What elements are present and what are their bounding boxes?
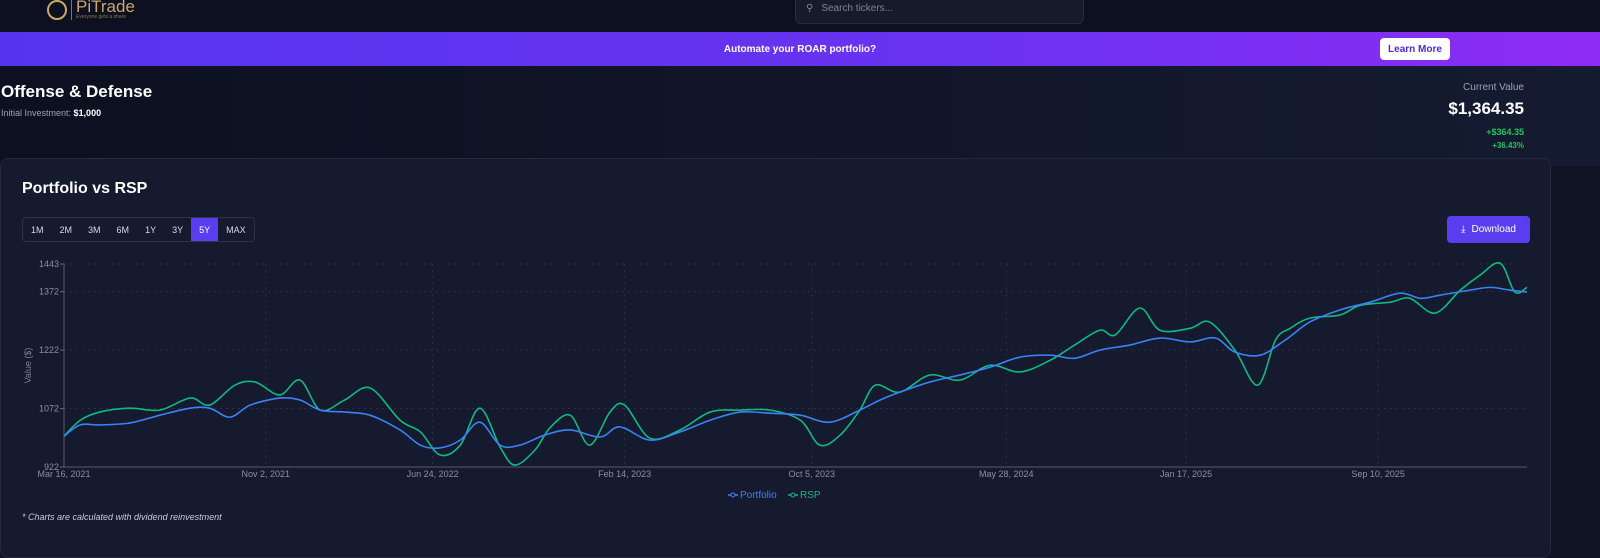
- range-2m[interactable]: 2M: [52, 218, 81, 241]
- logo-icon: [47, 0, 67, 20]
- x-tick-label: Feb 14, 2023: [598, 469, 651, 479]
- download-button[interactable]: ⤓ Download: [1447, 216, 1530, 243]
- current-value: $1,364.35: [1448, 99, 1524, 118]
- x-tick-label: Jun 24, 2022: [407, 469, 459, 479]
- performance-chart: 9221072122213721443Mar 16, 2021 Nov 2, 20…: [23, 259, 1528, 501]
- y-tick-label: 1222: [39, 345, 59, 355]
- range-1m[interactable]: 1M: [23, 218, 52, 241]
- chart-title: Portfolio vs RSP: [22, 180, 148, 197]
- brand-name: PiTrade: [76, 0, 135, 16]
- legend-portfolio: Portfolio: [740, 490, 777, 501]
- initial-investment: Initial Investment: $1,000: [1, 108, 101, 118]
- download-icon: ⤓: [1461, 224, 1466, 235]
- y-axis-label: Value ($): [23, 348, 33, 384]
- y-tick-label: 1072: [39, 404, 59, 414]
- x-tick-label: Nov 2, 2021: [242, 469, 291, 479]
- range-1y[interactable]: 1Y: [137, 218, 164, 241]
- gain-amount: +$364.35: [1486, 127, 1524, 137]
- learn-more-button[interactable]: Learn More: [1380, 38, 1450, 60]
- x-tick-label: May 28, 2024: [979, 469, 1034, 479]
- range-selector: 1M 2M 3M 6M 1Y 3Y 5Y MAX: [22, 217, 255, 242]
- download-label: Download: [1471, 224, 1516, 235]
- banner-text: Automate your ROAR portfolio?: [723, 43, 877, 55]
- current-value-label: Current Value: [1463, 82, 1524, 93]
- y-tick-label: 1443: [39, 259, 59, 269]
- x-tick-label: Oct 5, 2023: [789, 469, 836, 479]
- x-tick-label: Sep 10, 2025: [1351, 469, 1405, 479]
- series-line-rsp: [63, 261, 1528, 466]
- gain-percent: +36.43%: [1492, 141, 1524, 150]
- search-placeholder: Search tickers...: [821, 2, 894, 14]
- initial-label: Initial Investment:: [1, 108, 72, 118]
- search-icon: ⚲: [806, 2, 814, 14]
- range-5y[interactable]: 5Y: [191, 218, 219, 241]
- legend-dot: [790, 492, 796, 498]
- top-nav: PiTrade Everyone gets a share ⚲ Search t…: [0, 0, 1600, 32]
- portfolio-header: [0, 66, 1600, 166]
- legend-rsp: RSP: [800, 490, 821, 501]
- dividend-note: * Charts are calculated with dividend re…: [22, 512, 222, 522]
- x-tick-label: Jan 17, 2025: [1160, 469, 1212, 479]
- range-max[interactable]: MAX: [218, 218, 254, 241]
- promo-banner: Automate your ROAR portfolio? Learn More: [0, 32, 1600, 66]
- logo-divider: [71, 0, 72, 20]
- y-tick-label: 1372: [39, 287, 59, 297]
- x-tick-label: Mar 16, 2021: [37, 469, 90, 479]
- range-3y[interactable]: 3Y: [164, 218, 191, 241]
- initial-value: $1,000: [73, 108, 102, 118]
- search-input[interactable]: ⚲ Search tickers...: [795, 0, 1084, 24]
- range-6m[interactable]: 6M: [109, 218, 138, 241]
- series-line-portfolio: [63, 286, 1528, 450]
- legend-dot: [730, 492, 736, 498]
- current-value-panel: Current Value $1,364.35 +$364.35 +36.43%: [1448, 82, 1524, 150]
- range-3m[interactable]: 3M: [80, 218, 109, 241]
- logo[interactable]: PiTrade Everyone gets a share: [47, 0, 135, 20]
- page-title: Offense & Defense: [1, 82, 153, 101]
